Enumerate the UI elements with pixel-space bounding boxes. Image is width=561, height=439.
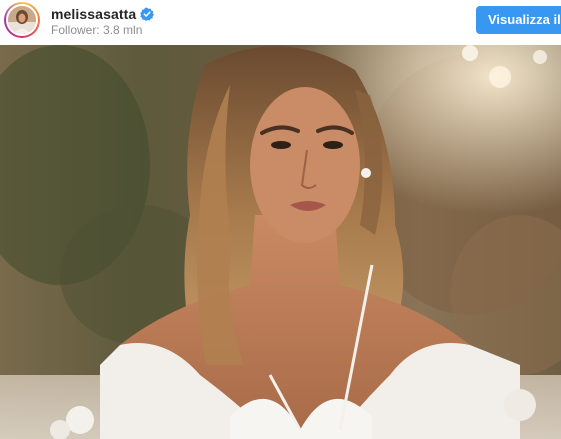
instagram-embed: melissasatta Follower: 3.8 mln Visualizz…: [0, 0, 561, 439]
post-header: melissasatta Follower: 3.8 mln Visualizz…: [0, 0, 561, 44]
view-profile-button[interactable]: Visualizza il profilo: [476, 6, 561, 34]
avatar-story-ring[interactable]: [4, 2, 40, 38]
verified-badge-icon: [140, 7, 155, 21]
post-photo[interactable]: [0, 45, 561, 439]
avatar[interactable]: [6, 4, 38, 36]
follower-count: Follower: 3.8 mln: [51, 23, 143, 37]
username-row: melissasatta: [51, 5, 155, 23]
username[interactable]: melissasatta: [51, 6, 136, 22]
